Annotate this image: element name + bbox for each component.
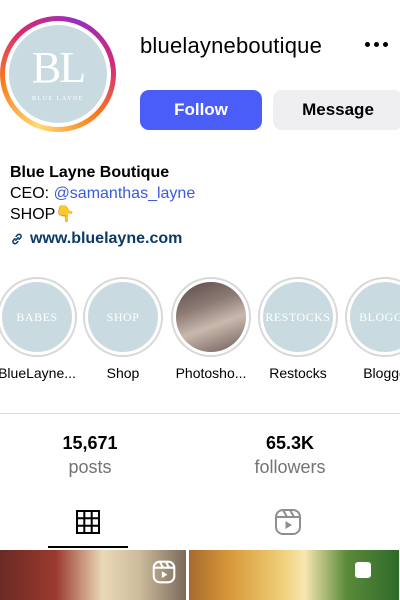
reels-icon bbox=[274, 508, 302, 541]
highlight-cover: RESTOCKS bbox=[263, 282, 333, 352]
tab-reels[interactable] bbox=[268, 504, 308, 544]
bio-shop-text: SHOP bbox=[10, 206, 56, 223]
highlight-photo-cover bbox=[176, 282, 246, 352]
highlight-label: Shop bbox=[106, 365, 140, 381]
followers-count: 65.3K bbox=[265, 433, 315, 453]
posts-label: posts bbox=[68, 457, 112, 477]
grid-icon bbox=[75, 509, 101, 540]
profile-username: bluelayneboutique bbox=[140, 33, 322, 58]
bio-shop-line: SHOP👇 bbox=[10, 204, 195, 225]
highlight-label: Restocks bbox=[269, 365, 327, 381]
pointing-down-emoji: 👇 bbox=[55, 206, 76, 223]
highlight-cover: SHOP bbox=[88, 282, 158, 352]
highlight-item[interactable]: BLOGGE Blogge bbox=[344, 277, 400, 381]
highlight-item[interactable]: RESTOCKS Restocks bbox=[257, 277, 339, 381]
highlight-item[interactable]: BABES BlueLayne... bbox=[0, 277, 78, 381]
avatar-logo: BL BLUE LAYNE bbox=[9, 25, 107, 123]
reel-badge-icon bbox=[152, 560, 176, 589]
post-thumbnail[interactable] bbox=[189, 550, 399, 600]
section-divider bbox=[0, 413, 400, 414]
followers-label: followers bbox=[254, 457, 326, 477]
carousel-badge-icon bbox=[355, 562, 371, 578]
avatar-gap: BL BLUE LAYNE bbox=[5, 21, 111, 127]
message-button[interactable]: Message bbox=[273, 90, 400, 130]
bio-website-link[interactable]: www.bluelayne.com bbox=[30, 228, 182, 249]
bio-mention-link[interactable]: @samanthas_layne bbox=[54, 185, 196, 202]
highlight-item[interactable]: Photosho... bbox=[170, 277, 252, 381]
avatar-subtitle: BLUE LAYNE bbox=[32, 96, 84, 102]
highlight-cover: BLOGGE bbox=[350, 282, 400, 352]
highlight-label: BlueLayne... bbox=[0, 365, 76, 381]
followers-stat[interactable]: 65.3K followers bbox=[230, 432, 350, 480]
story-highlights: BABES BlueLayne... SHOP Shop Photosho...… bbox=[0, 277, 400, 387]
more-options-icon[interactable] bbox=[365, 42, 388, 47]
post-thumbnail[interactable] bbox=[0, 550, 186, 600]
follow-button[interactable]: Follow bbox=[140, 90, 262, 130]
avatar-monogram: BL bbox=[31, 43, 86, 92]
posts-count: 15,671 bbox=[62, 433, 118, 453]
profile-display-name: Blue Layne Boutique bbox=[10, 164, 170, 181]
profile-avatar[interactable]: BL BLUE LAYNE bbox=[0, 16, 116, 132]
highlight-label: Photosho... bbox=[175, 365, 247, 381]
posts-grid bbox=[0, 550, 400, 600]
posts-stat: 15,671 posts bbox=[30, 432, 150, 480]
highlight-cover: BABES bbox=[2, 282, 72, 352]
link-icon bbox=[10, 232, 24, 246]
bio-ceo-line: CEO: @samanthas_layne bbox=[10, 183, 195, 204]
active-tab-indicator bbox=[48, 546, 128, 548]
highlight-item[interactable]: SHOP Shop bbox=[82, 277, 164, 381]
tab-posts-grid[interactable] bbox=[68, 504, 108, 544]
profile-bio: Blue Layne Boutique CEO: @samanthas_layn… bbox=[10, 162, 195, 249]
bio-link-row[interactable]: www.bluelayne.com bbox=[10, 228, 195, 249]
highlight-label: Blogge bbox=[363, 365, 400, 381]
bio-ceo-prefix: CEO: bbox=[10, 185, 54, 202]
